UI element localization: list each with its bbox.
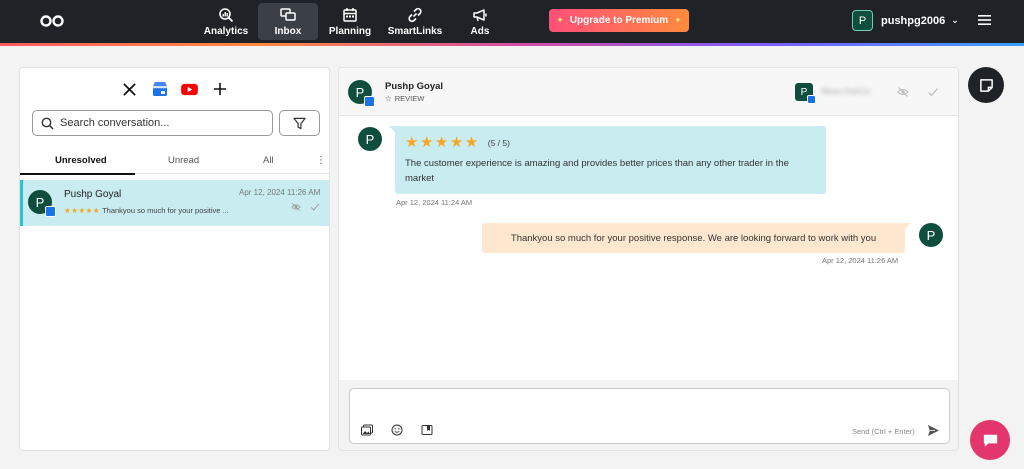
- upgrade-label: Upgrade to Premium: [569, 15, 669, 26]
- nav-inbox[interactable]: Inbox: [258, 3, 318, 40]
- channel-filter-bar: [20, 80, 329, 98]
- review-rating: ★★★★★ (5 / 5): [405, 135, 816, 151]
- inbox-icon: [280, 7, 296, 21]
- sender-avatar: P: [919, 223, 943, 247]
- calendar-icon: [343, 7, 357, 22]
- notes-button[interactable]: [968, 67, 1004, 103]
- more-vertical-icon[interactable]: ⋮: [316, 155, 326, 166]
- message-composer: Send (Ctrl + Enter): [349, 388, 950, 444]
- snippet-text: Thankyou so much for your positive ...: [102, 206, 229, 215]
- user-avatar: P: [852, 10, 873, 31]
- nav-ads[interactable]: Ads: [450, 3, 510, 40]
- tab-unresolved[interactable]: Unresolved: [55, 155, 107, 166]
- chat-contact-name: Pushp Goyal: [385, 81, 444, 92]
- message-text: Thankyou so much for your positive respo…: [510, 232, 877, 244]
- hide-icon[interactable]: [291, 202, 301, 212]
- megaphone-icon: [473, 8, 487, 21]
- send-shortcut-hint: Send (Ctrl + Enter): [852, 427, 915, 436]
- filter-button[interactable]: [279, 110, 320, 136]
- plus-icon[interactable]: [211, 80, 229, 98]
- user-name: pushpg2006: [881, 14, 946, 27]
- nav-ads-label: Ads: [470, 25, 490, 37]
- contact-name: Pushp Goyal: [64, 189, 122, 200]
- conversation-type: ☆ REVIEW: [385, 94, 424, 103]
- rating-value: (5 / 5): [487, 138, 510, 148]
- conversation-tabs: Unresolved Unread All ⋮: [20, 152, 329, 175]
- check-icon[interactable]: [310, 202, 320, 212]
- saved-replies-icon[interactable]: [421, 424, 433, 436]
- support-chat-button[interactable]: [970, 420, 1010, 460]
- sender-avatar: P: [358, 127, 382, 151]
- main-nav: Analytics Inbox Planning SmartLinks Ads: [196, 3, 512, 40]
- conversation-list-panel: Unresolved Unread All ⋮ P Pushp Goyal Ap…: [19, 67, 330, 451]
- analytics-icon: [219, 7, 234, 22]
- user-menu[interactable]: P pushpg2006 ⌄: [852, 10, 959, 31]
- search-box: [32, 110, 273, 136]
- google-business-badge-icon: [364, 96, 375, 107]
- upgrade-premium-button[interactable]: ✦ Upgrade to Premium ✦: [549, 9, 689, 32]
- message-timestamp: Apr 12, 2024 11:26 AM: [822, 256, 899, 265]
- incoming-message-bubble: ★★★★★ (5 / 5) The customer experience is…: [389, 126, 826, 194]
- account-name: Mbaw Ra0Ca: [821, 87, 870, 96]
- star-outline-icon: ☆: [385, 94, 392, 103]
- composer-area: Send (Ctrl + Enter): [339, 380, 958, 450]
- search-input[interactable]: [60, 117, 260, 129]
- brand-gradient-stripe: [0, 43, 1024, 46]
- chat-bubble-icon: [983, 434, 997, 447]
- tab-all[interactable]: All: [263, 155, 274, 166]
- google-business-badge-icon: [807, 95, 816, 104]
- sticky-note-icon: [979, 78, 993, 92]
- tab-unread[interactable]: Unread: [168, 155, 199, 166]
- reply-input[interactable]: [358, 395, 943, 419]
- resolve-check-icon[interactable]: [927, 86, 939, 98]
- google-business-badge-icon: [45, 206, 56, 217]
- sparkle-icon: ✦: [674, 15, 682, 25]
- image-gallery-icon[interactable]: [361, 424, 373, 436]
- chat-header: P Pushp Goyal ☆ REVIEW P Mbaw Ra0Ca: [339, 68, 958, 116]
- nav-analytics-label: Analytics: [203, 25, 249, 37]
- chevron-down-icon: ⌄: [951, 15, 959, 25]
- nav-analytics[interactable]: Analytics: [196, 3, 256, 40]
- emoji-icon[interactable]: [391, 424, 403, 436]
- message-timestamp: Apr 12, 2024 11:24 AM: [396, 198, 473, 207]
- conversation-actions: [291, 202, 320, 212]
- active-tab-underline: [20, 173, 135, 175]
- nav-smartlinks[interactable]: SmartLinks: [382, 3, 448, 40]
- youtube-icon[interactable]: [181, 80, 199, 98]
- chat-panel: P Pushp Goyal ☆ REVIEW P Mbaw Ra0Ca P ★★…: [338, 67, 959, 451]
- nav-planning-label: Planning: [328, 25, 372, 37]
- search-icon: [41, 117, 54, 130]
- chat-header-actions: [897, 86, 939, 98]
- top-navigation-bar: Analytics Inbox Planning SmartLinks Ads …: [0, 0, 1024, 43]
- google-business-icon[interactable]: [151, 80, 169, 98]
- filter-icon: [293, 117, 306, 129]
- outgoing-message-bubble: Thankyou so much for your positive respo…: [482, 223, 911, 253]
- nav-planning[interactable]: Planning: [320, 3, 380, 40]
- hamburger-menu-icon[interactable]: [978, 14, 991, 26]
- x-icon[interactable]: [121, 80, 139, 98]
- conversation-snippet: ★★★★★ Thankyou so much for your positive…: [64, 206, 229, 215]
- conversation-type-label: REVIEW: [394, 94, 425, 103]
- sparkle-icon: ✦: [556, 15, 564, 25]
- conversation-item[interactable]: P Pushp Goyal Apr 12, 2024 11:26 AM ★★★★…: [20, 180, 329, 226]
- nav-inbox-label: Inbox: [274, 25, 302, 37]
- rating-stars: ★★★★★: [405, 134, 480, 151]
- rating-stars: ★★★★★: [64, 206, 101, 215]
- composer-toolbar: [361, 424, 433, 436]
- send-icon[interactable]: [927, 424, 940, 437]
- link-icon: [408, 7, 422, 22]
- app-logo-icon[interactable]: [40, 13, 64, 29]
- message-text: The customer experience is amazing and p…: [405, 158, 789, 184]
- conversation-time: Apr 12, 2024 11:26 AM: [239, 188, 321, 197]
- hide-icon[interactable]: [897, 86, 909, 98]
- nav-smartlinks-label: SmartLinks: [387, 25, 443, 37]
